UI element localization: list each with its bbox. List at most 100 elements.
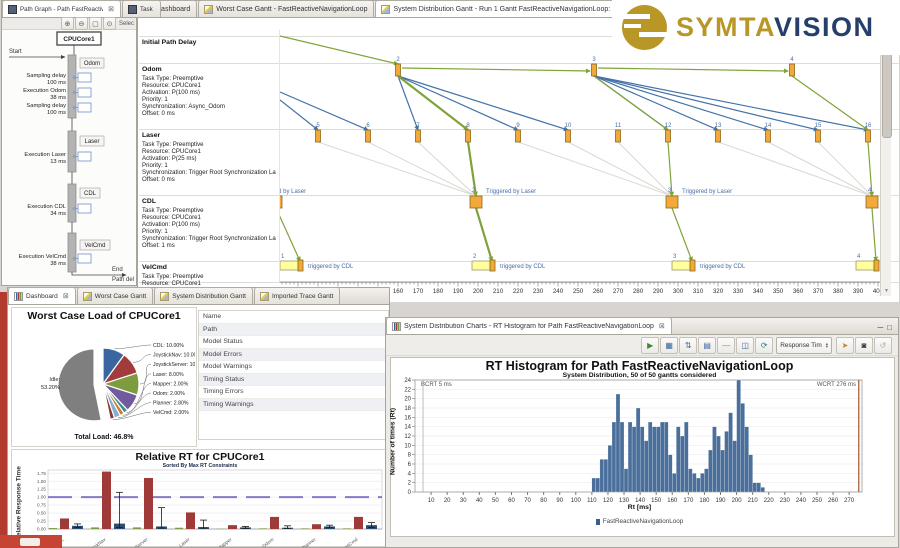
histogram-xtick-label: 130 [619,498,630,504]
logo-mark-slit [620,14,650,19]
table-row[interactable]: Timing Errors [199,386,388,399]
tab-dash-dashboard[interactable]: Dashboard⊠ [8,287,76,304]
gantt-velcmd-end-marker[interactable] [298,260,303,271]
histogram-bar [600,459,604,492]
gantt-activation-marker[interactable] [616,130,621,142]
bar-ytick-label: 0.00 [37,527,46,532]
pie-label-planner: Planner: 2.80% [153,401,189,407]
tab-label: System Distribution Gantt [172,293,246,300]
minus-icon[interactable]: — [717,337,735,354]
bar-max-cdl [60,518,69,529]
gantt-velcmd-execution[interactable] [856,261,874,270]
event-box[interactable] [78,204,91,213]
gantt-activation-marker[interactable] [366,130,371,142]
tab-gantt-system-distribution-gantt-run-[interactable]: System Distribution Gantt - Run 1 Gantt … [375,0,630,17]
histogram-xtick-label: 120 [603,498,614,504]
svg-text:CDL: CDL [84,191,97,197]
gantt-activation-marker[interactable] [592,64,597,76]
start-label: Start [9,49,22,55]
gantt-edge-gray [518,142,672,196]
tab-label: Worst Case Gantt [95,293,147,300]
task-node-velcmd[interactable] [68,233,76,272]
gantt-activation-marker[interactable] [816,130,821,142]
maximize-icon[interactable]: □ [887,323,892,332]
histogram-xtick-label: 150 [651,498,662,504]
svg-text:2: 2 [473,254,477,260]
tab-gantt-worst-case-gantt-fastreactiven[interactable]: Worst Case Gantt - FastReactiveNavigatio… [198,0,374,17]
gantt-activation-marker[interactable] [516,130,521,142]
export-icon[interactable]: ➤ [836,337,854,354]
gantt-activation-marker[interactable] [416,130,421,142]
tab-dash-system-distribution-gantt[interactable]: System Distribution Gantt [154,287,253,304]
tab-path-graph[interactable]: Path Graph - Path FastReactiveNav ⊠ [2,0,121,17]
table-row[interactable]: Model Errors [199,349,388,362]
gantt-velcmd-execution[interactable] [672,261,690,270]
table-row[interactable]: Timing Warnings [199,399,388,412]
event-box[interactable] [78,73,91,82]
tab-task-graph[interactable]: Task Grap [122,0,161,17]
close-icon[interactable]: ⊠ [108,5,114,13]
histogram-ytick-label: 16 [404,415,411,421]
tab-dash-imported-trace-gantt[interactable]: Imported Trace Gantt [254,287,340,304]
table-row[interactable]: Path [199,324,388,337]
task-node-laser[interactable] [68,131,76,172]
gantt-vscroll-thumb[interactable] [882,41,892,138]
event-box[interactable] [78,152,91,161]
gantt-velcmd-execution[interactable] [472,261,490,270]
gantt-velcmd-execution[interactable] [280,261,298,270]
table-icon[interactable]: ◫ [736,337,754,354]
gantt-cdl-execution[interactable] [666,196,678,208]
event-duration: 38 ms [50,95,66,101]
gantt-activation-marker[interactable] [566,130,571,142]
table-row[interactable]: Name [199,311,388,324]
event-box[interactable] [78,88,91,97]
gantt-cdl-execution[interactable] [280,196,282,208]
response-time-select[interactable]: Response Tim▴▾ [776,337,832,354]
scroll-down-icon[interactable]: ▼ [881,286,892,296]
gantt-cdl-execution[interactable] [866,196,878,208]
gantt-axis-tick-label: 300 [673,288,684,295]
gantt-axis-tick-label: 160 [393,288,404,295]
gantt-activation-marker[interactable] [790,64,795,76]
close-icon[interactable]: ⊠ [659,322,665,330]
triggered-by-cdl-label: triggered by CDL [700,264,746,270]
chart-nav-icon[interactable]: ▶ [641,337,659,354]
table-row[interactable]: Model Status [199,336,388,349]
list-icon[interactable]: ▤ [698,337,716,354]
tab-dash-worst-case-gantt[interactable]: Worst Case Gantt [77,287,154,304]
histogram-bar [745,427,749,492]
camera-icon[interactable]: ◙ [855,337,873,354]
close-icon[interactable]: ⊠ [63,292,69,300]
sort-icon[interactable]: ⇅ [679,337,697,354]
triggered-by-laser-label: Triggered by Laser [280,189,306,195]
gantt-cdl-execution[interactable] [470,196,482,208]
back-icon[interactable]: ↺ [874,337,892,354]
gantt-activation-marker[interactable] [866,130,871,142]
gantt-activation-marker[interactable] [766,130,771,142]
gantt-activation-marker[interactable] [396,64,401,76]
grid-icon[interactable]: ▦ [660,337,678,354]
gantt-activation-marker[interactable] [466,130,471,142]
gantt-vscrollbar[interactable]: ▲ ▼ [880,29,891,296]
gantt-velcmd-end-marker[interactable] [874,260,879,271]
event-box[interactable] [78,254,91,263]
gantt-velcmd-end-marker[interactable] [490,260,495,271]
table-row[interactable]: Model Warnings [199,361,388,374]
gantt-activation-marker[interactable] [716,130,721,142]
gantt-activation-marker[interactable] [316,130,321,142]
gantt-icon [260,292,269,301]
task-node-cdl[interactable] [68,184,76,222]
gantt-activation-marker[interactable] [666,130,671,142]
gantt-axis-tick-label: 390 [853,288,864,295]
histogram-xtick-label: 160 [667,498,678,504]
tab-distribution-charts[interactable]: System Distribution Charts - RT Histogra… [386,317,672,334]
spinner-icon[interactable]: ▴▾ [826,342,828,349]
event-box[interactable] [78,103,91,112]
refresh-icon[interactable]: ⟳ [755,337,773,354]
table-row[interactable]: Timing Status [199,374,388,387]
gantt-velcmd-end-marker[interactable] [690,260,695,271]
minimize-icon[interactable]: ─ [877,323,883,332]
gantt-axis-tick-label: 180 [433,288,444,295]
symtavision-workbench: DashboardWorst Case Gantt - FastReactive… [0,0,900,548]
select-mode-label[interactable]: Selec [119,21,134,27]
